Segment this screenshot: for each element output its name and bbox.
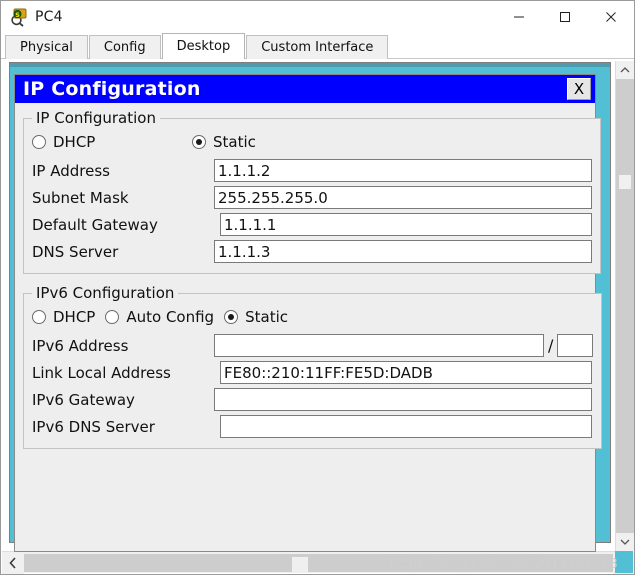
- default-gateway-input[interactable]: 1.1.1.1: [220, 213, 592, 236]
- dns-server-label: DNS Server: [32, 242, 119, 261]
- horizontal-scroll-track[interactable]: [24, 554, 617, 573]
- tab-strip: Physical Config Desktop Custom Interface: [1, 33, 634, 59]
- ip-address-label: IP Address: [32, 161, 110, 180]
- dialog-body: IP Configuration DHCP Static IP Address: [15, 103, 603, 551]
- ipv4-radio-dhcp-label: DHCP: [53, 133, 96, 151]
- ipv4-radio-static[interactable]: Static: [192, 133, 256, 151]
- ipv6-address-input[interactable]: [214, 334, 544, 357]
- vertical-scroll-track[interactable]: [616, 79, 634, 533]
- ipv4-mode-radio-group: DHCP Static: [32, 129, 592, 155]
- vertical-scroll-thumb[interactable]: [619, 175, 631, 189]
- canvas-top-shade: [10, 63, 610, 67]
- dialog-close-button[interactable]: X: [567, 78, 591, 100]
- ipv6-address-row: IPv6 Address /: [32, 332, 594, 359]
- ipv6-radio-auto-config[interactable]: Auto Config: [105, 308, 214, 326]
- link-local-address-input[interactable]: FE80::210:11FF:FE5D:DADB: [220, 361, 592, 384]
- pc4-window: S PC4 Physical Config Desktop Custom Int…: [0, 0, 635, 575]
- ipv4-group-legend: IP Configuration: [36, 109, 156, 127]
- ipv4-radio-static-label: Static: [213, 133, 256, 151]
- chevron-left-icon[interactable]: [2, 552, 24, 574]
- minimize-icon[interactable]: [496, 1, 542, 33]
- packet-tracer-device-icon: S: [9, 7, 29, 27]
- ip-configuration-dialog: IP Configuration X IP Configuration DHCP: [14, 74, 603, 552]
- svg-text:S: S: [15, 12, 19, 19]
- desktop-panel: Dialer Editor Firewall IP Configuration …: [2, 60, 634, 574]
- ipv6-prefix-separator: /: [548, 336, 554, 355]
- ipv6-radio-dhcp-label: DHCP: [53, 308, 96, 326]
- ipv6-radio-static[interactable]: Static: [224, 308, 288, 326]
- maximize-icon[interactable]: [542, 1, 588, 33]
- radio-circle-icon: [224, 310, 239, 324]
- ipv6-mode-radio-group: DHCP Auto Config Static: [32, 304, 593, 330]
- tab-config[interactable]: Config: [88, 35, 161, 59]
- ipv4-configuration-group: IP Configuration DHCP Static IP Address: [23, 109, 601, 274]
- ip-address-row: IP Address 1.1.1.2: [32, 157, 592, 184]
- ipv6-radio-dhcp[interactable]: DHCP: [32, 308, 95, 326]
- ipv6-gateway-input[interactable]: [214, 388, 592, 411]
- ipv6-group-legend: IPv6 Configuration: [36, 284, 175, 302]
- chevron-down-icon[interactable]: [616, 533, 634, 551]
- ipv6-dns-server-input[interactable]: [220, 415, 592, 438]
- default-gateway-row: Default Gateway 1.1.1.1: [32, 211, 592, 238]
- close-icon[interactable]: [588, 1, 634, 33]
- ipv6-configuration-group: IPv6 Configuration DHCP Auto Config Stat…: [23, 284, 603, 449]
- ipv6-prefix-length-input[interactable]: [557, 334, 594, 357]
- window-titlebar: S PC4: [1, 1, 634, 33]
- radio-circle-icon: [32, 310, 46, 324]
- ipv6-gateway-label: IPv6 Gateway: [32, 390, 135, 409]
- ip-address-input[interactable]: 1.1.1.2: [214, 159, 592, 182]
- ipv4-radio-dhcp[interactable]: DHCP: [32, 133, 182, 151]
- window-title: PC4: [35, 9, 63, 25]
- dialog-title: IP Configuration: [23, 78, 201, 100]
- chevron-up-icon[interactable]: [616, 61, 634, 79]
- subnet-mask-row: Subnet Mask 255.255.255.0: [32, 184, 592, 211]
- ipv6-dns-server-label: IPv6 DNS Server: [32, 417, 155, 436]
- link-local-address-label: Link Local Address: [32, 363, 171, 382]
- subnet-mask-input[interactable]: 255.255.255.0: [214, 186, 592, 209]
- radio-circle-icon: [192, 135, 206, 149]
- dns-server-row: DNS Server 1.1.1.3: [32, 238, 592, 265]
- ipv6-address-label: IPv6 Address: [32, 336, 129, 355]
- tab-physical[interactable]: Physical: [5, 35, 88, 59]
- horizontal-scroll-thumb[interactable]: [292, 557, 308, 573]
- window-controls: [496, 1, 634, 33]
- vertical-scrollbar[interactable]: [615, 61, 634, 551]
- dns-server-input[interactable]: 1.1.1.3: [214, 240, 592, 263]
- scrollbar-corner: [615, 551, 633, 573]
- dialog-titlebar: IP Configuration X: [15, 75, 595, 103]
- tab-desktop[interactable]: Desktop: [161, 33, 246, 59]
- link-local-address-row: Link Local Address FE80::210:11FF:FE5D:D…: [32, 359, 593, 386]
- tab-custom-interface[interactable]: Custom Interface: [246, 35, 389, 59]
- default-gateway-label: Default Gateway: [32, 215, 158, 234]
- radio-circle-icon: [105, 310, 120, 324]
- ipv6-gateway-row: IPv6 Gateway: [32, 386, 593, 413]
- radio-circle-icon: [32, 135, 46, 149]
- ipv6-radio-auto-config-label: Auto Config: [126, 308, 215, 326]
- subnet-mask-label: Subnet Mask: [32, 188, 129, 207]
- ipv6-dns-server-row: IPv6 DNS Server: [32, 413, 593, 440]
- ipv6-radio-static-label: Static: [245, 308, 288, 326]
- horizontal-scrollbar[interactable]: [2, 551, 634, 574]
